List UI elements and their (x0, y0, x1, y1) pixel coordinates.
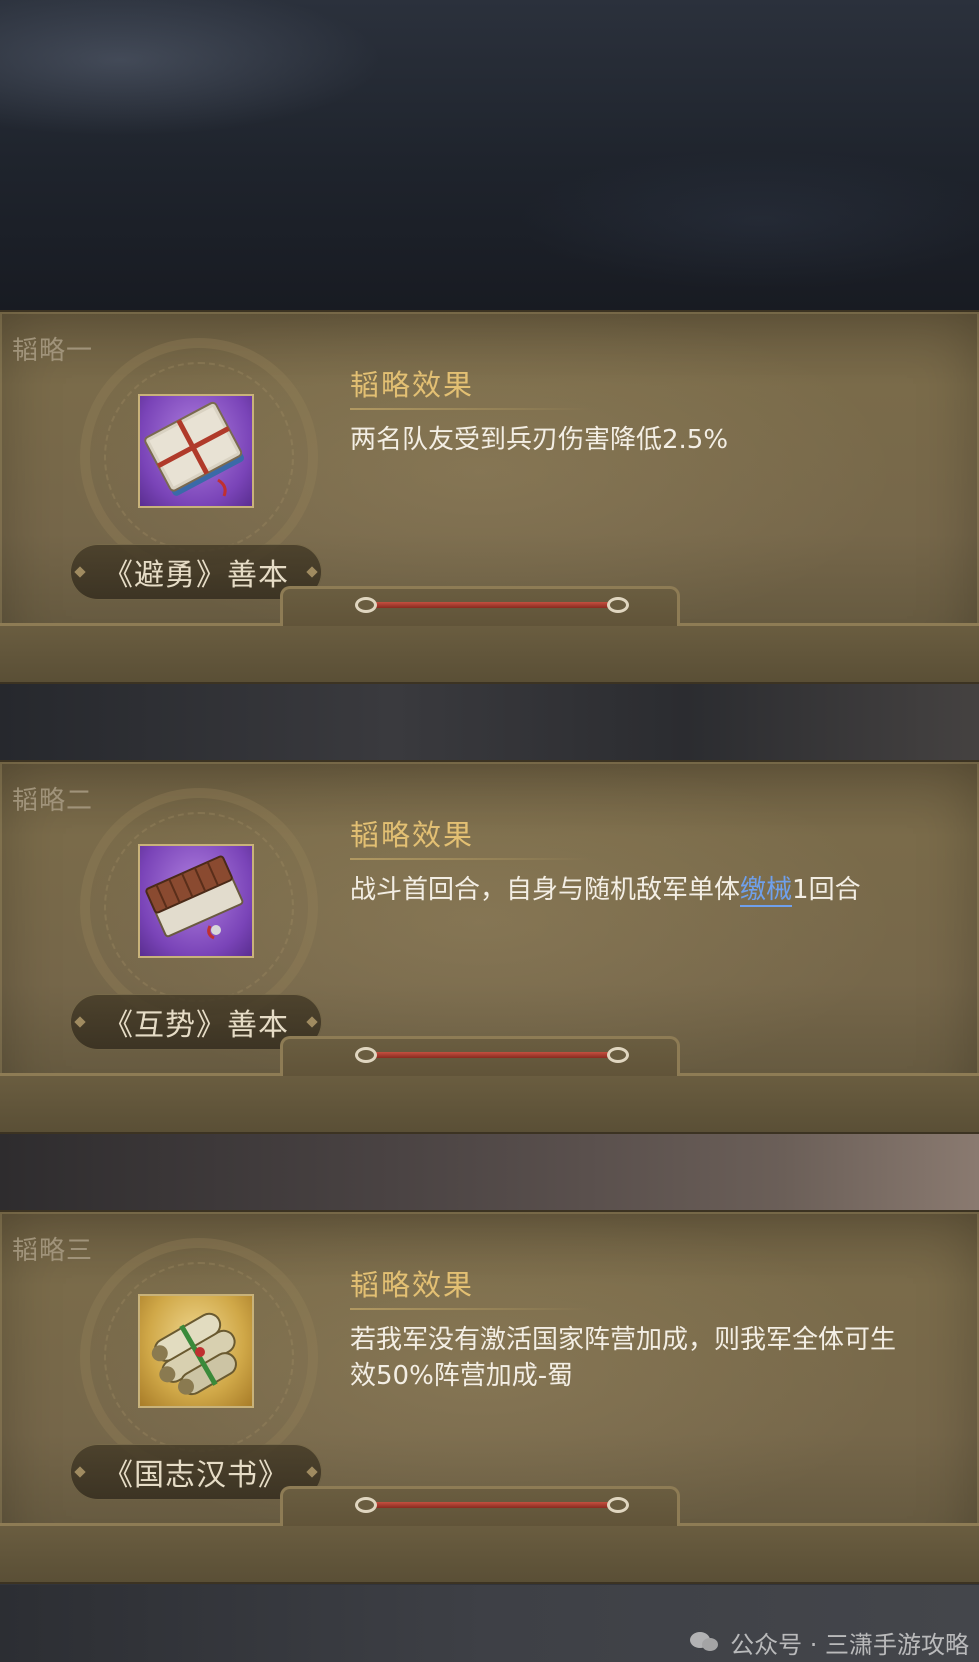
watermark-text: 公众号 · 三潇手游攻略 (730, 1630, 969, 1659)
pull-handle-knob (355, 597, 377, 613)
effect-title: 韬略效果 (350, 1268, 475, 1302)
effect-description: 若我军没有激活国家阵营加成，则我军全体可生效50%阵营加成-蜀 (350, 1322, 910, 1394)
strategy-panel-2: 韬略二 《互势》善本 韬略效果 战斗首回合，自身与随机敌军单体缴械1回合 (0, 760, 979, 1134)
background-strip (0, 680, 979, 760)
pull-handle[interactable] (355, 1497, 629, 1513)
panel-bottom-rail (0, 1036, 979, 1132)
background-strip (0, 1130, 979, 1210)
purple-manuscript-book-icon[interactable] (138, 394, 254, 508)
section-label: 韬略二 (12, 786, 94, 816)
pull-handle-knob (355, 1497, 377, 1513)
section-label: 韬略一 (12, 336, 94, 366)
divider (350, 1308, 590, 1310)
book-name: 《国志汉书》 (103, 1458, 289, 1493)
gold-scroll-bundle-icon[interactable] (138, 1294, 254, 1408)
pull-handle-bar (365, 602, 619, 608)
pull-handle-knob (607, 1047, 629, 1063)
panel-bottom-rail (0, 1486, 979, 1582)
effect-title: 韬略效果 (350, 818, 475, 852)
pull-handle[interactable] (355, 1047, 629, 1063)
watermark: 公众号 · 三潇手游攻略 (674, 1622, 979, 1662)
rail-hump (280, 1486, 680, 1526)
pull-handle-knob (355, 1047, 377, 1063)
effect-description: 两名队友受到兵刃伤害降低2.5% (350, 422, 930, 458)
book-name: 《互势》善本 (103, 1008, 289, 1043)
pull-handle[interactable] (355, 597, 629, 613)
section-label: 韬略三 (12, 1236, 94, 1266)
pull-handle-bar (365, 1502, 619, 1508)
pull-handle-bar (365, 1052, 619, 1058)
effect-text: 若我军没有激活国家阵营加成，则我军全体可生效50%阵营加成-蜀 (350, 1325, 897, 1391)
rail-hump (280, 1036, 680, 1076)
effect-text: 1回合 (792, 875, 861, 905)
rail-hump (280, 586, 680, 626)
strategy-panel-1: 韬略一 《避勇》善本 韬略效果 两名队友受到兵刃伤害降低2.5% (0, 310, 979, 684)
panel-bottom-rail (0, 586, 979, 682)
purple-bamboo-book-icon[interactable] (138, 844, 254, 958)
effect-text: 两名队友受到兵刃伤害降低2.5% (350, 425, 729, 455)
book-name: 《避勇》善本 (103, 558, 289, 593)
divider (350, 408, 590, 410)
wechat-icon (690, 1630, 720, 1654)
effect-description: 战斗首回合，自身与随机敌军单体缴械1回合 (350, 872, 930, 908)
divider (350, 858, 590, 860)
effect-title: 韬略效果 (350, 368, 475, 402)
keyword-link-disarm[interactable]: 缴械 (740, 875, 793, 907)
effect-text: 战斗首回合，自身与随机敌军单体 (350, 875, 741, 905)
pull-handle-knob (607, 597, 629, 613)
pull-handle-knob (607, 1497, 629, 1513)
strategy-panel-3: 韬略三 《国志汉书》 韬略效果 若我军没有激活国家阵营加成，则我军全体可生效50… (0, 1210, 979, 1584)
